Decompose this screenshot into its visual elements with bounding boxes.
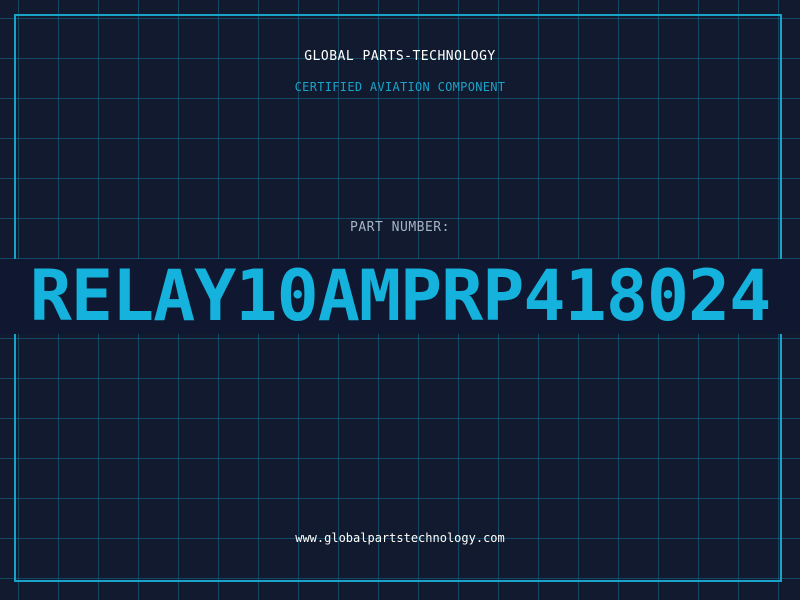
part-number-value: RELAY10AMPRP418024 [29, 256, 772, 336]
certification-subtitle: CERTIFIED AVIATION COMPONENT [294, 80, 506, 94]
website-url: www.globalpartstechnology.com [295, 531, 505, 545]
company-name: GLOBAL PARTS-TECHNOLOGY [304, 49, 496, 64]
part-number-label: PART NUMBER: [350, 220, 450, 235]
